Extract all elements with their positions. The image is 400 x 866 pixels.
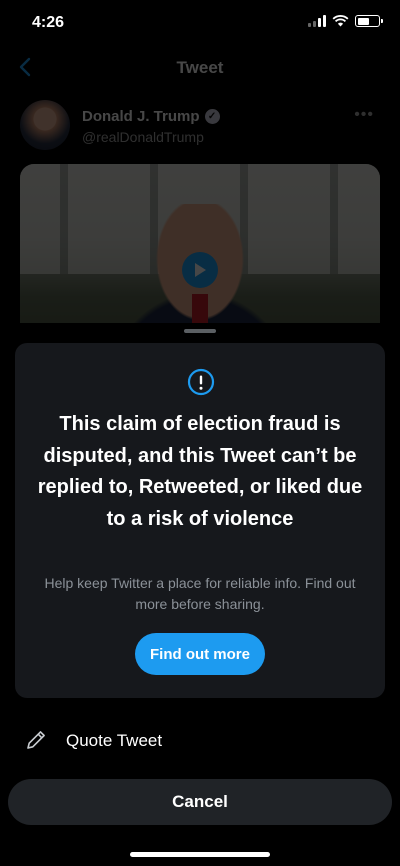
- verified-badge-icon: ✓: [204, 109, 220, 124]
- sheet-grabber[interactable]: [184, 329, 216, 333]
- nav-bar: Tweet: [0, 44, 400, 92]
- disputed-claim-notice: This claim of election fraud is disputed…: [15, 343, 385, 698]
- status-time: 4:26: [32, 14, 65, 31]
- quote-tweet-label: Quote Tweet: [66, 731, 163, 750]
- notice-headline: This claim of election fraud is disputed…: [37, 413, 363, 530]
- quote-tweet-option[interactable]: Quote Tweet: [0, 721, 400, 765]
- author-name-row: Donald J. Trump ✓: [82, 108, 220, 125]
- notice-subtext: Help keep Twitter a place for reliable i…: [44, 575, 356, 612]
- cellular-signal-icon: [308, 15, 326, 27]
- pencil-icon: [27, 731, 45, 749]
- author-name: Donald J. Trump: [82, 108, 200, 125]
- tweet-author: Donald J. Trump ✓ @realDonaldTrump •••: [20, 100, 380, 156]
- action-sheet: This claim of election fraud is disputed…: [0, 323, 400, 866]
- battery-icon: [355, 15, 383, 27]
- status-icons: [308, 15, 383, 27]
- exclamation-circle-icon: [187, 368, 215, 396]
- author-handle: @realDonaldTrump: [82, 129, 204, 145]
- avatar[interactable]: [20, 100, 70, 150]
- more-icon[interactable]: •••: [354, 106, 374, 124]
- home-indicator[interactable]: [130, 852, 270, 857]
- wifi-icon: [332, 15, 349, 27]
- play-icon[interactable]: [182, 252, 218, 288]
- cancel-button[interactable]: Cancel: [8, 779, 392, 825]
- page-title: Tweet: [176, 58, 224, 77]
- find-out-more-button[interactable]: Find out more: [135, 633, 265, 675]
- status-bar: 4:26: [0, 0, 400, 44]
